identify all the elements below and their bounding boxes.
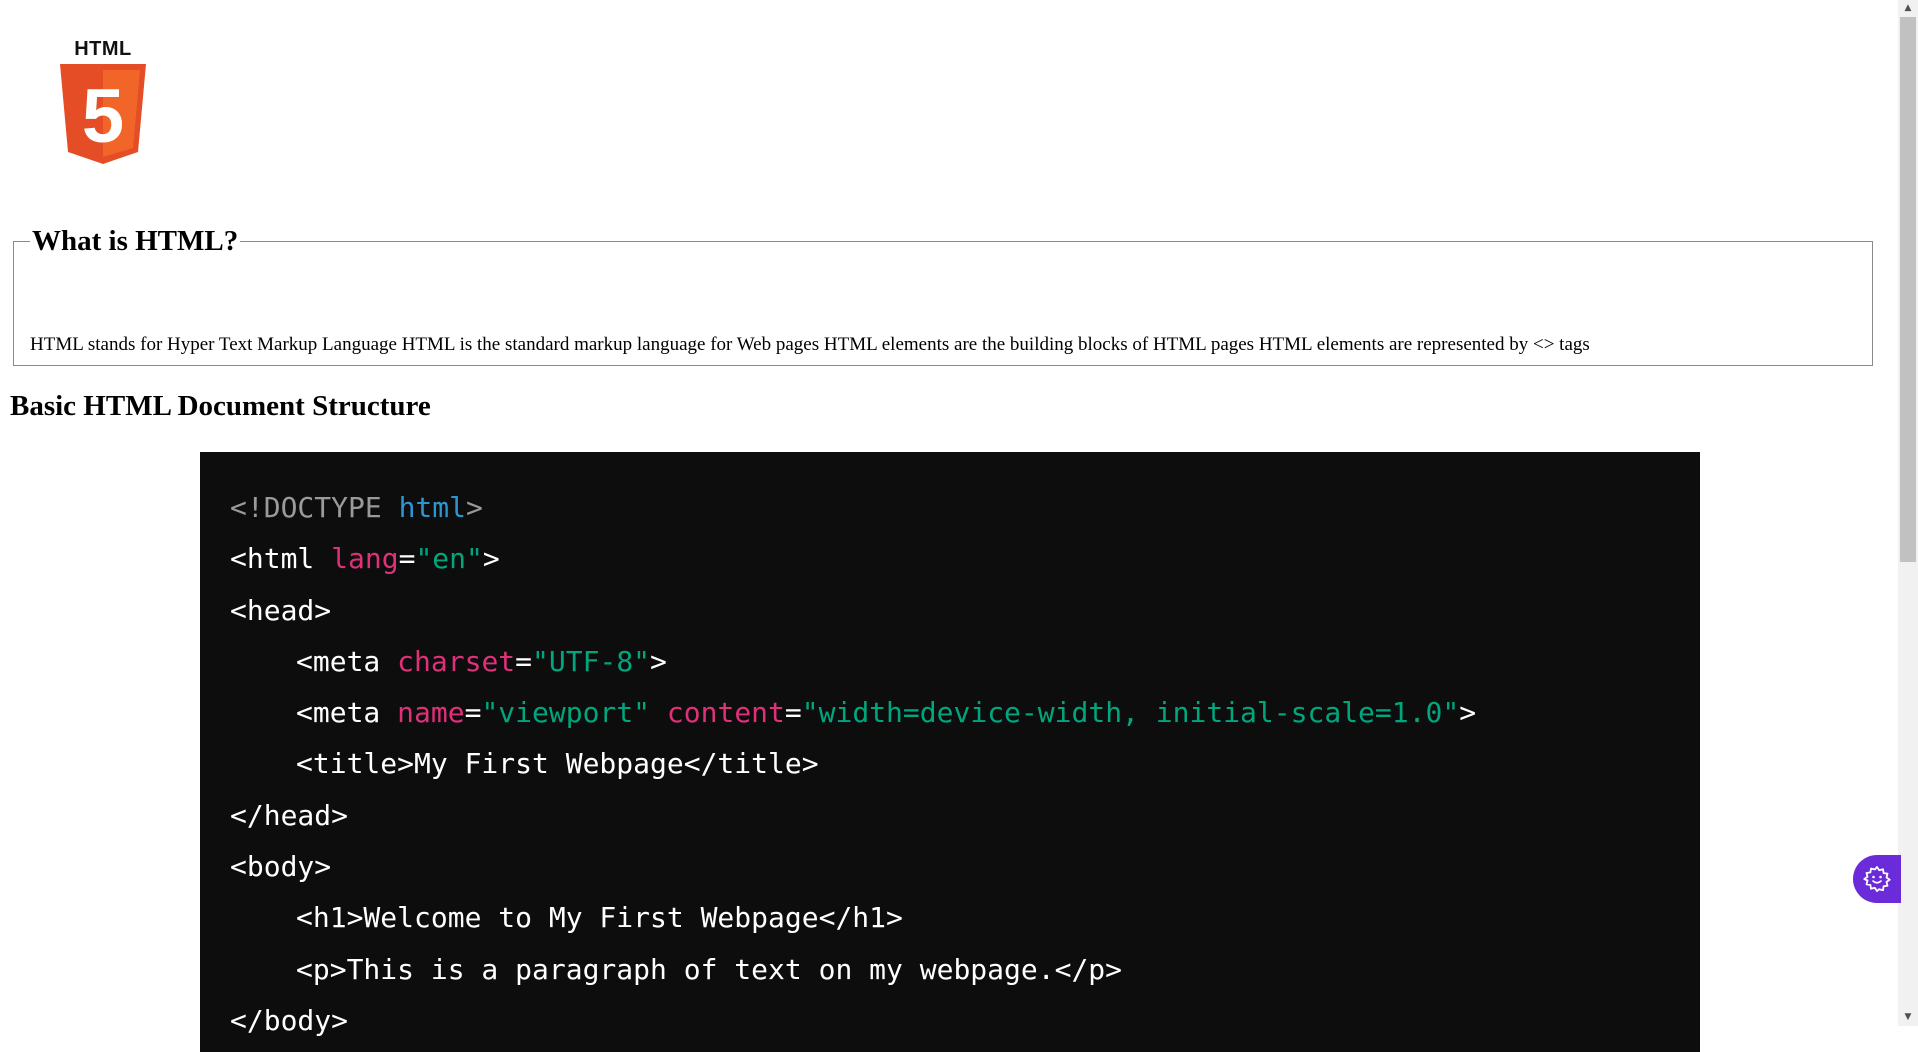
code-token: > xyxy=(650,644,667,678)
code-token: <title>My First Webpage</title> xyxy=(296,747,819,781)
what-is-html-text: HTML stands for Hyper Text Markup Langua… xyxy=(30,334,1590,355)
code-token: > xyxy=(482,542,500,576)
code-token: "width=device-width, initial-scale=1.0" xyxy=(801,696,1460,730)
floating-accessibility-button[interactable] xyxy=(1853,855,1901,903)
code-token: </head> xyxy=(230,798,349,832)
code-token: "viewport" xyxy=(481,696,667,730)
scroll-thumb[interactable] xyxy=(1900,17,1916,562)
code-line: <meta name="viewport" content="width=dev… xyxy=(200,687,1700,738)
code-token: content xyxy=(666,696,785,730)
logo-numeral: 5 xyxy=(82,74,124,159)
code-token: = xyxy=(464,696,482,730)
code-line: <body> xyxy=(200,841,1700,892)
section-title: Basic HTML Document Structure xyxy=(10,390,431,422)
code-token: html xyxy=(398,491,467,524)
code-token: <meta xyxy=(296,644,398,678)
code-line: <title>My First Webpage</title> xyxy=(200,738,1700,789)
code-token: "UTF-8" xyxy=(532,644,651,678)
code-token: > xyxy=(1459,696,1477,730)
code-token: <html xyxy=(230,542,332,576)
code-line: <h1>Welcome to My First Webpage</h1> xyxy=(200,892,1700,943)
code-token: "en" xyxy=(415,542,483,576)
code-line: </body> xyxy=(200,995,1700,1046)
code-token: > xyxy=(466,491,483,524)
code-token: <meta xyxy=(296,696,398,730)
code-token: </body> xyxy=(230,1003,349,1037)
html5-shield-icon: 5 xyxy=(60,64,146,164)
page: HTML 5 What is HTML? HTML stands for Hyp… xyxy=(0,0,1898,1052)
what-is-html-legend: What is HTML? xyxy=(32,225,239,257)
code-line: <meta charset="UTF-8"> xyxy=(200,636,1700,687)
code-token: name xyxy=(397,696,465,730)
code-token: = xyxy=(398,542,416,576)
code-token: <h1>Welcome to My First Webpage</h1> xyxy=(296,901,903,935)
code-line: <p>This is a paragraph of text on my web… xyxy=(200,944,1700,995)
scroll-down-arrow-icon[interactable]: ▼ xyxy=(1898,1009,1918,1026)
code-line: <head> xyxy=(200,585,1700,636)
gear-smile-icon xyxy=(1863,866,1891,892)
code-line: <html lang="en"> xyxy=(200,533,1700,584)
code-token: lang xyxy=(331,542,399,576)
code-line: </head> xyxy=(200,790,1700,841)
code-token: <p>This is a paragraph of text on my web… xyxy=(296,952,1123,986)
code-token: <head> xyxy=(230,593,332,627)
code-token: <!DOCTYPE xyxy=(230,491,399,524)
code-line: <!DOCTYPE html> xyxy=(200,482,1700,533)
vertical-scrollbar[interactable]: ▲ ▼ xyxy=(1898,0,1918,1026)
logo-wordmark: HTML xyxy=(74,38,132,60)
code-token: <body> xyxy=(230,850,332,884)
scroll-up-arrow-icon[interactable]: ▲ xyxy=(1898,0,1918,17)
html5-logo: HTML 5 xyxy=(58,38,148,164)
code-token: = xyxy=(784,696,802,730)
code-token: = xyxy=(515,644,533,678)
code-token: charset xyxy=(397,644,516,678)
code-block: <!DOCTYPE html> <html lang="en"> <head> <me… xyxy=(200,452,1700,1052)
what-is-html-fieldset: What is HTML? HTML stands for Hyper Text… xyxy=(13,225,1873,366)
